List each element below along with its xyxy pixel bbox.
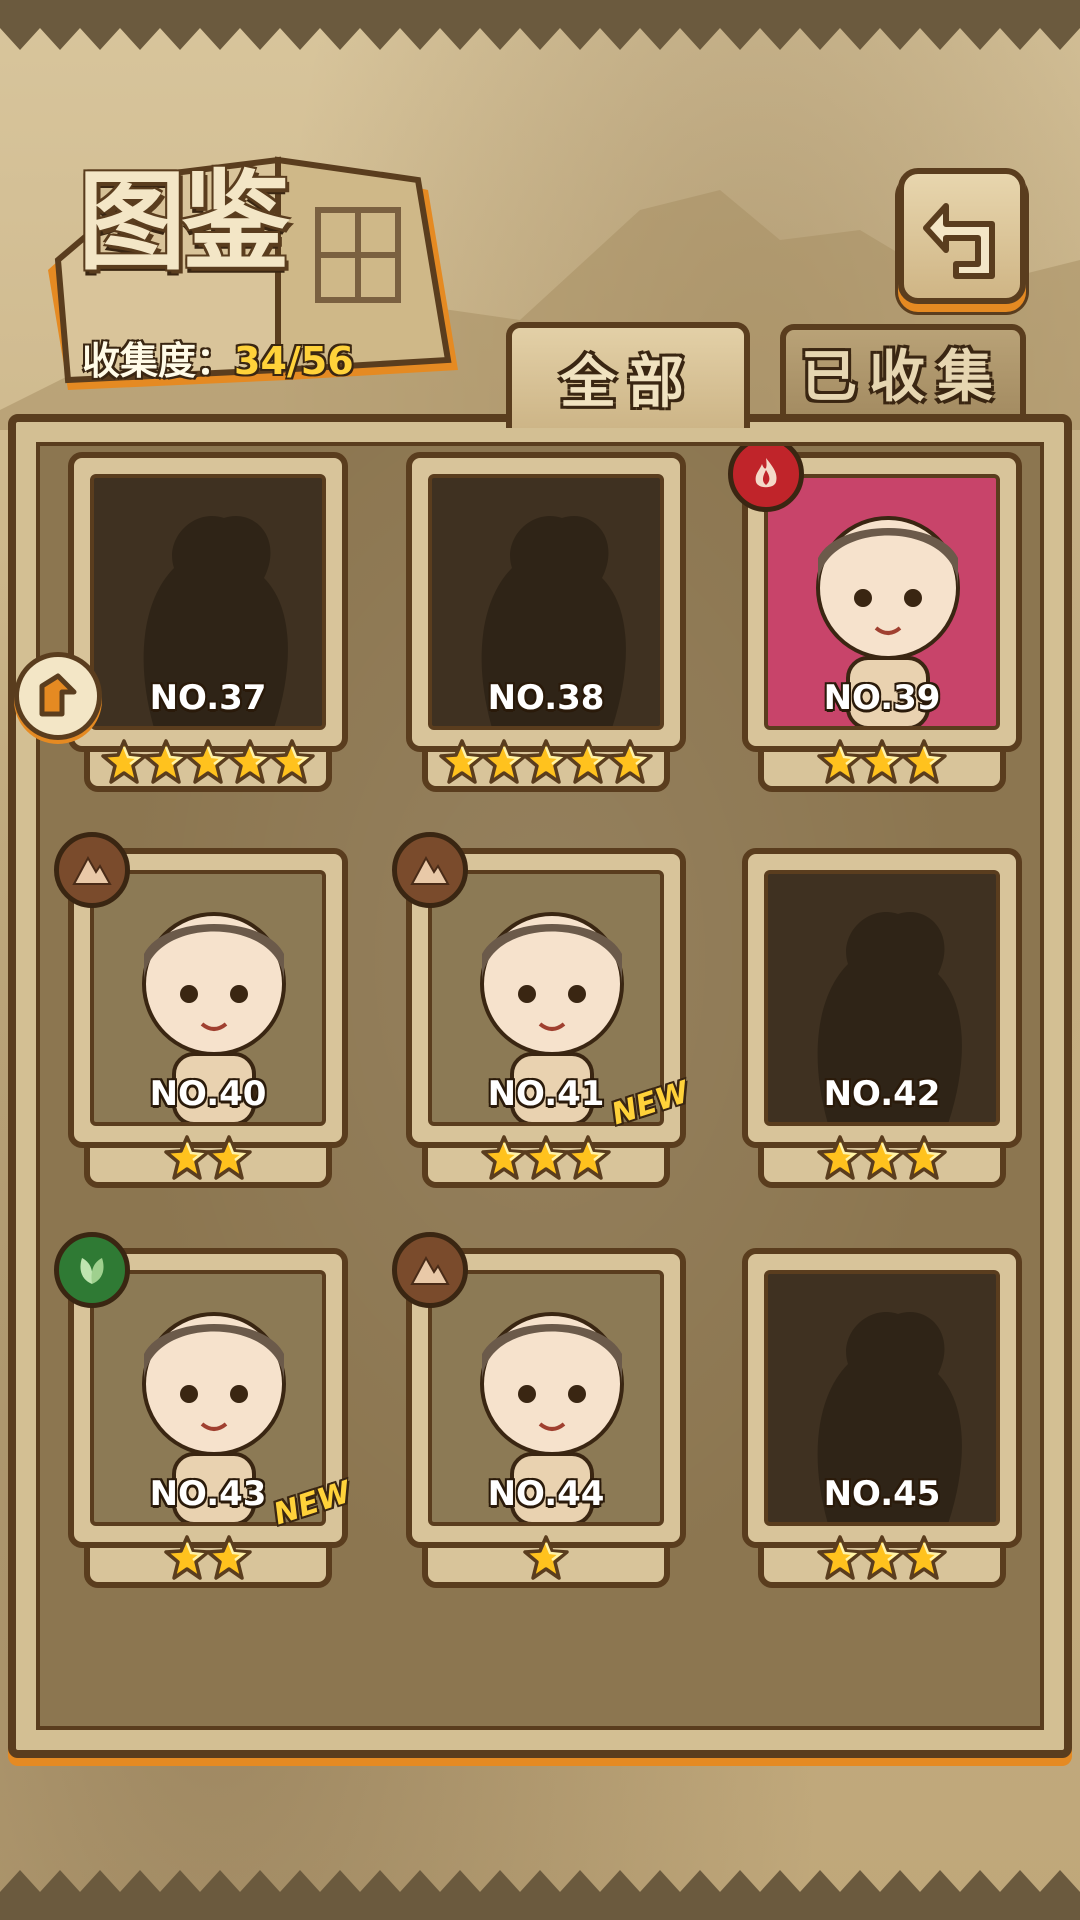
card-number: NO.42 — [823, 1074, 941, 1114]
card-number: NO.40 — [149, 1074, 267, 1114]
star-icon — [206, 1534, 252, 1586]
star-rating — [58, 1534, 358, 1586]
collection-progress: 收集度：34/56 — [82, 330, 354, 385]
star-icon — [817, 1534, 863, 1586]
card-grid[interactable]: NO.37 NO.38 NO.39 NO.40 NO.41 NEW NO.42 NO.43 NE… — [36, 442, 1044, 1730]
tab-all-label: 全部 — [560, 350, 696, 416]
collection-card[interactable]: NO.45 — [732, 1242, 1032, 1612]
card-number: NO.37 — [149, 678, 267, 718]
star-icon — [817, 738, 863, 790]
collection-card[interactable]: NO.43 NEW — [54, 1232, 358, 1612]
star-rating — [396, 1134, 696, 1186]
star-icon — [269, 738, 315, 790]
grass-element-icon — [54, 1232, 130, 1308]
star-icon — [227, 738, 273, 790]
star-rating — [396, 1534, 696, 1586]
star-icon — [859, 1534, 905, 1586]
collection-card[interactable]: NO.40 — [54, 832, 358, 1212]
collection-card[interactable]: NO.39 — [728, 446, 1032, 816]
progress-value: 34/56 — [234, 339, 354, 383]
progress-label: 收集度： — [82, 339, 235, 383]
card-number: NO.39 — [823, 678, 941, 718]
star-icon — [185, 738, 231, 790]
star-icon — [607, 738, 653, 790]
earth-element-icon — [54, 832, 130, 908]
star-icon — [565, 1134, 611, 1186]
star-rating — [732, 738, 1032, 790]
side-arrow-icon — [39, 673, 77, 717]
star-icon — [523, 1134, 569, 1186]
earth-element-icon — [392, 832, 468, 908]
collection-card[interactable]: NO.38 — [396, 446, 696, 816]
star-icon — [481, 1134, 527, 1186]
collection-card[interactable]: NO.37 — [58, 446, 358, 816]
side-arrow-button[interactable] — [14, 652, 102, 740]
star-icon — [901, 1134, 947, 1186]
star-rating — [58, 738, 358, 790]
star-icon — [523, 1534, 569, 1586]
card-number: NO.44 — [487, 1474, 605, 1514]
tab-collected[interactable]: 已收集 — [780, 324, 1026, 414]
star-rating — [732, 1134, 1032, 1186]
star-rating — [396, 738, 696, 790]
collection-card[interactable]: NO.42 — [732, 842, 1032, 1212]
back-button[interactable] — [898, 168, 1026, 304]
star-icon — [439, 738, 485, 790]
star-icon — [101, 738, 147, 790]
star-icon — [481, 738, 527, 790]
collection-card[interactable]: NO.44 — [392, 1232, 696, 1612]
star-icon — [859, 738, 905, 790]
tab-all[interactable]: 全部 — [506, 322, 750, 428]
star-icon — [817, 1134, 863, 1186]
card-number: NO.38 — [487, 678, 605, 718]
collection-card[interactable]: NO.41 NEW — [392, 832, 696, 1212]
star-rating — [58, 1134, 358, 1186]
star-icon — [901, 1534, 947, 1586]
star-icon — [164, 1134, 210, 1186]
collection-panel: NO.37 NO.38 NO.39 NO.40 NO.41 NEW NO.42 NO.43 NE… — [8, 414, 1072, 1758]
earth-element-icon — [392, 1232, 468, 1308]
star-icon — [901, 738, 947, 790]
star-icon — [859, 1134, 905, 1186]
back-arrow-icon — [923, 203, 995, 279]
tab-collected-label: 已收集 — [801, 344, 1005, 410]
card-number: NO.45 — [823, 1474, 941, 1514]
star-icon — [143, 738, 189, 790]
star-icon — [206, 1134, 252, 1186]
page-title: 图鉴 — [78, 159, 290, 285]
star-icon — [565, 738, 611, 790]
star-rating — [732, 1534, 1032, 1586]
star-icon — [523, 738, 569, 790]
top-border — [0, 0, 1080, 50]
star-icon — [164, 1534, 210, 1586]
bottom-border — [0, 1870, 1080, 1920]
